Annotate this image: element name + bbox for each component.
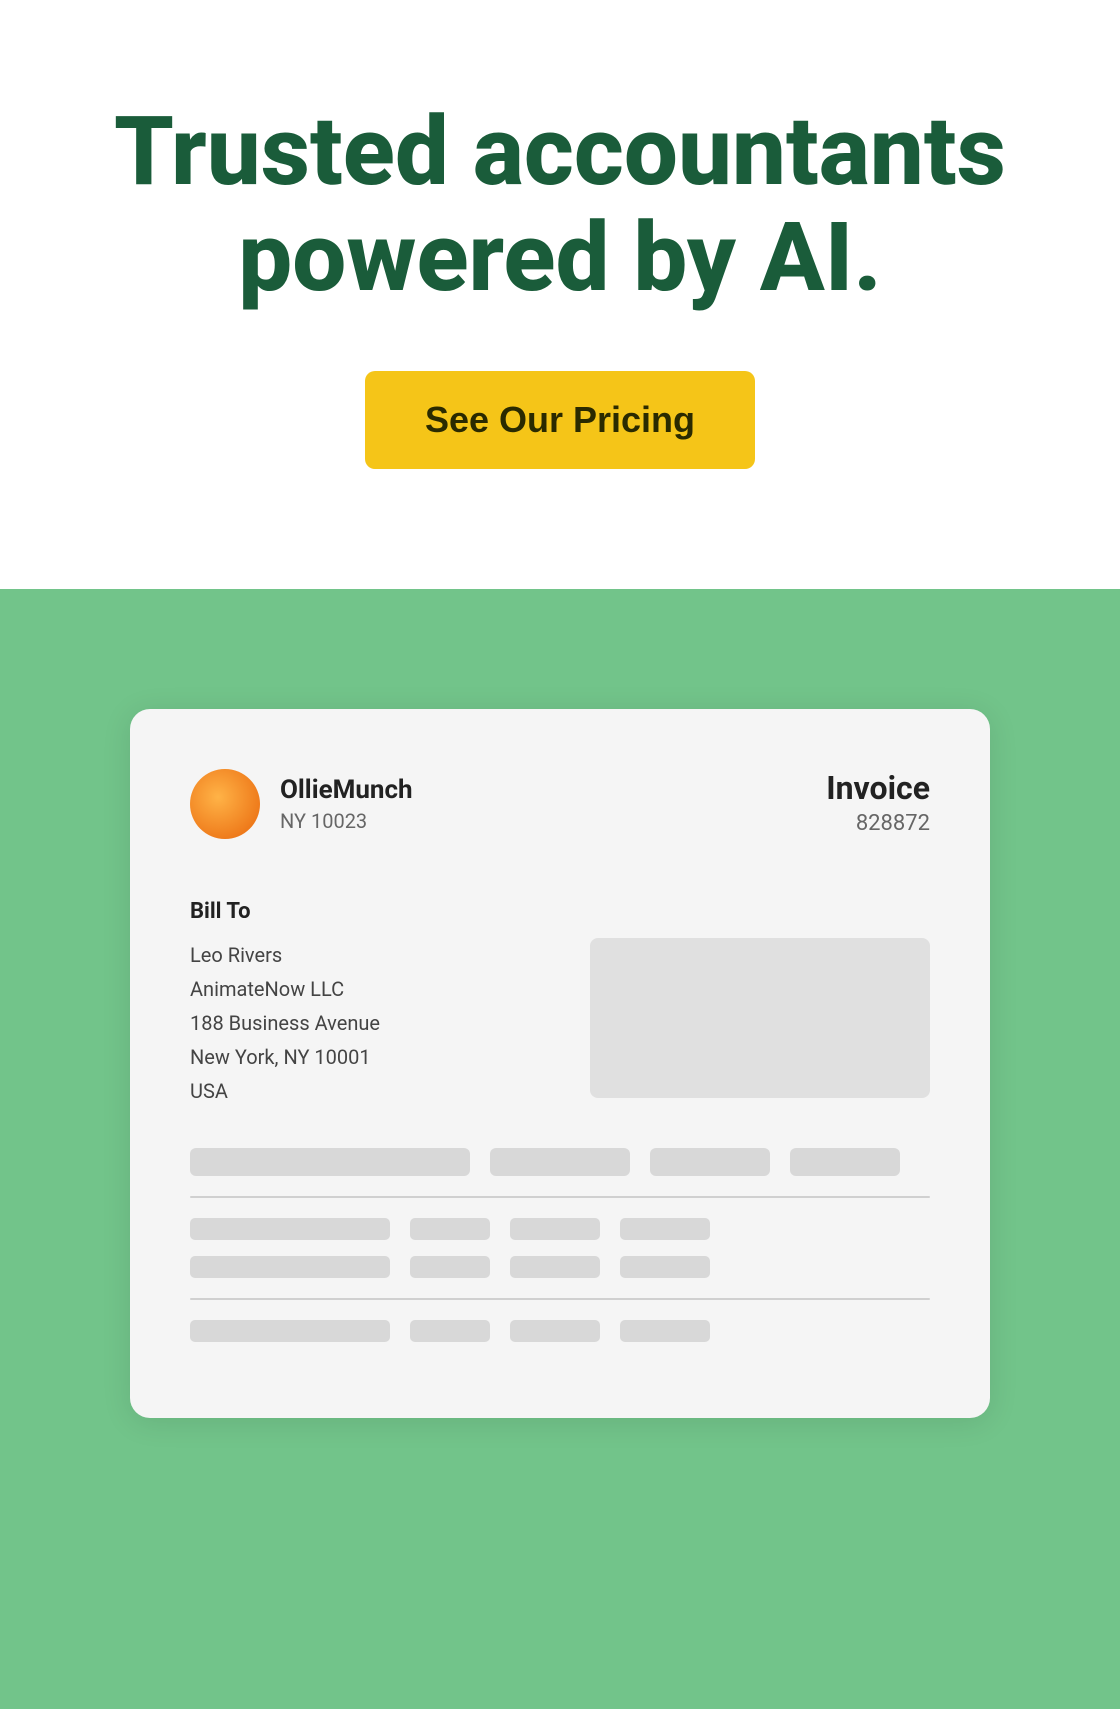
- bill-to-address-line1: 188 Business Avenue: [190, 1006, 380, 1040]
- table-header-description: [190, 1148, 470, 1176]
- table-cell-amount-3: [620, 1320, 710, 1342]
- table-cell-amount-2: [620, 1256, 710, 1278]
- table-section: [190, 1148, 930, 1342]
- company-details: OllieMunch NY 10023: [280, 775, 413, 833]
- table-cell-qty-1: [410, 1218, 490, 1240]
- table-cell-rate-2: [510, 1256, 600, 1278]
- invoice-placeholder-box: [590, 938, 930, 1098]
- company-name: OllieMunch: [280, 775, 413, 805]
- bill-to-address-line2: New York, NY 10001: [190, 1040, 380, 1074]
- hero-section: Trusted accountants powered by AI. See O…: [0, 0, 1120, 589]
- invoice-header: OllieMunch NY 10023 Invoice 828872: [190, 769, 930, 839]
- bill-to-label: Bill To: [190, 899, 930, 924]
- table-cell-qty-2: [410, 1256, 490, 1278]
- table-cell-qty-3: [410, 1320, 490, 1342]
- table-cell-rate-3: [510, 1320, 600, 1342]
- invoice-number: 828872: [826, 811, 930, 836]
- company-logo: [190, 769, 260, 839]
- bill-to-content: Leo Rivers AnimateNow LLC 188 Business A…: [190, 938, 930, 1108]
- cta-button[interactable]: See Our Pricing: [365, 371, 755, 469]
- table-cell-rate-1: [510, 1218, 600, 1240]
- table-header-rate: [650, 1148, 770, 1176]
- company-location: NY 10023: [280, 809, 413, 833]
- invoice-label: Invoice: [826, 769, 930, 807]
- table-header-row: [190, 1148, 930, 1176]
- table-divider-2: [190, 1298, 930, 1300]
- table-header-amount: [790, 1148, 900, 1176]
- table-cell-desc-2: [190, 1256, 390, 1278]
- bill-to-section: Bill To Leo Rivers AnimateNow LLC 188 Bu…: [190, 899, 930, 1108]
- table-header-qty: [490, 1148, 630, 1176]
- invoice-title-block: Invoice 828872: [826, 769, 930, 836]
- bill-to-company: AnimateNow LLC: [190, 972, 380, 1006]
- table-divider-1: [190, 1196, 930, 1198]
- table-cell-desc-1: [190, 1218, 390, 1240]
- table-cell-desc-3: [190, 1320, 390, 1342]
- table-row-1: [190, 1218, 930, 1240]
- company-info: OllieMunch NY 10023: [190, 769, 413, 839]
- table-cell-amount-1: [620, 1218, 710, 1240]
- bill-to-country: USA: [190, 1074, 380, 1108]
- table-row-2: [190, 1256, 930, 1278]
- green-section: OllieMunch NY 10023 Invoice 828872 Bill …: [0, 589, 1120, 1709]
- table-row-3: [190, 1320, 930, 1342]
- bill-to-name: Leo Rivers: [190, 938, 380, 972]
- bill-to-details: Leo Rivers AnimateNow LLC 188 Business A…: [190, 938, 380, 1108]
- hero-title: Trusted accountants powered by AI.: [114, 100, 1006, 311]
- invoice-card: OllieMunch NY 10023 Invoice 828872 Bill …: [130, 709, 990, 1418]
